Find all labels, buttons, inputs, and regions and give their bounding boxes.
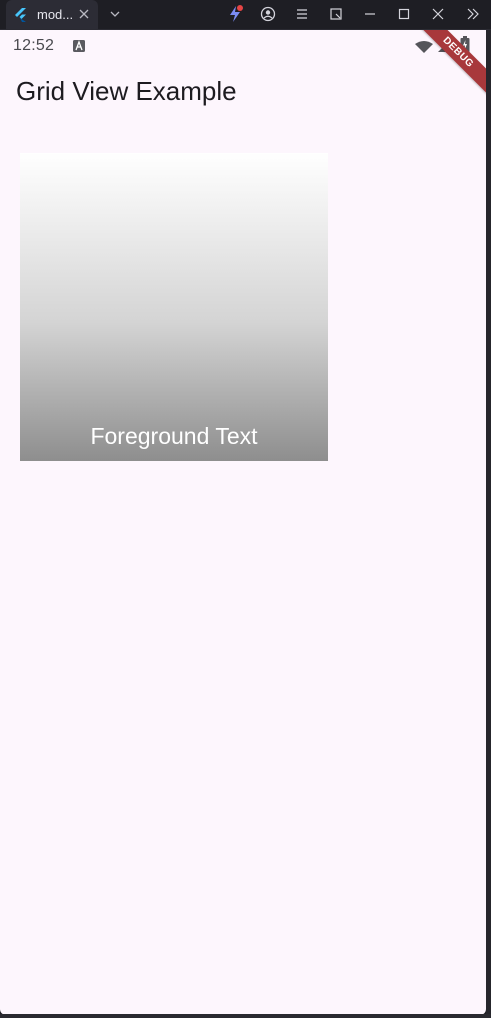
emulator-window: mod... 12:52 DEBUG Grid View Example For… (0, 0, 491, 1018)
window-bottom-edge (0, 1014, 491, 1018)
window-titlebar: mod... (0, 0, 491, 30)
page-title: Grid View Example (16, 76, 237, 106)
notification-a-icon (73, 39, 85, 52)
grid-view: Foreground Text (20, 153, 328, 461)
status-bar: 12:52 (0, 30, 486, 60)
window-close-icon[interactable] (429, 5, 447, 23)
close-icon[interactable] (77, 7, 91, 21)
window-edge (486, 30, 491, 1018)
status-time: 12:52 (13, 37, 55, 54)
device-screen: 12:52 DEBUG Grid View Example Foreground… (0, 30, 486, 1015)
chevron-down-icon[interactable] (108, 7, 122, 21)
menu-icon[interactable] (293, 5, 311, 23)
flutter-logo-icon (14, 7, 28, 22)
screenshot-icon[interactable] (327, 5, 345, 23)
wifi-icon (415, 40, 433, 53)
lightning-icon[interactable] (226, 5, 244, 23)
tab-title: mod... (37, 7, 74, 22)
tile-foreground-text: Foreground Text (90, 423, 258, 449)
double-chevron-right-icon[interactable] (464, 5, 482, 23)
window-tab[interactable]: mod... (6, 0, 98, 29)
maximize-icon[interactable] (395, 5, 413, 23)
grid-tile[interactable]: Foreground Text (20, 153, 328, 461)
minimize-icon[interactable] (361, 5, 379, 23)
profile-icon[interactable] (259, 5, 277, 23)
